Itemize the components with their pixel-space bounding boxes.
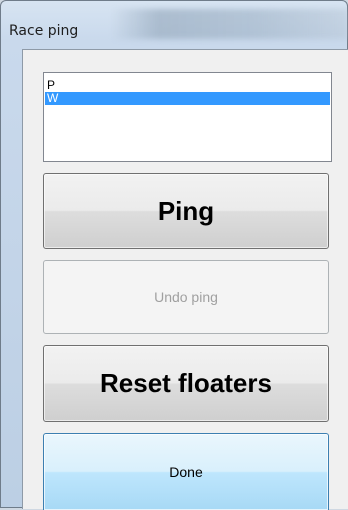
racer-listbox[interactable]: P W [43,72,332,162]
done-button[interactable]: Done [43,433,329,510]
list-item[interactable]: P [45,79,330,92]
reset-floaters-button[interactable]: Reset floaters [43,345,329,422]
undo-ping-button[interactable]: Undo ping [43,260,329,334]
ping-button[interactable]: Ping [43,173,329,249]
client-area: P W Ping Undo ping Reset floaters Done [22,49,348,510]
window-title: Race ping [9,23,79,39]
title-bar-background [111,9,348,39]
race-ping-window: Race ping P W Ping Undo ping Reset float… [0,0,348,510]
list-item-selected[interactable]: W [45,92,330,105]
